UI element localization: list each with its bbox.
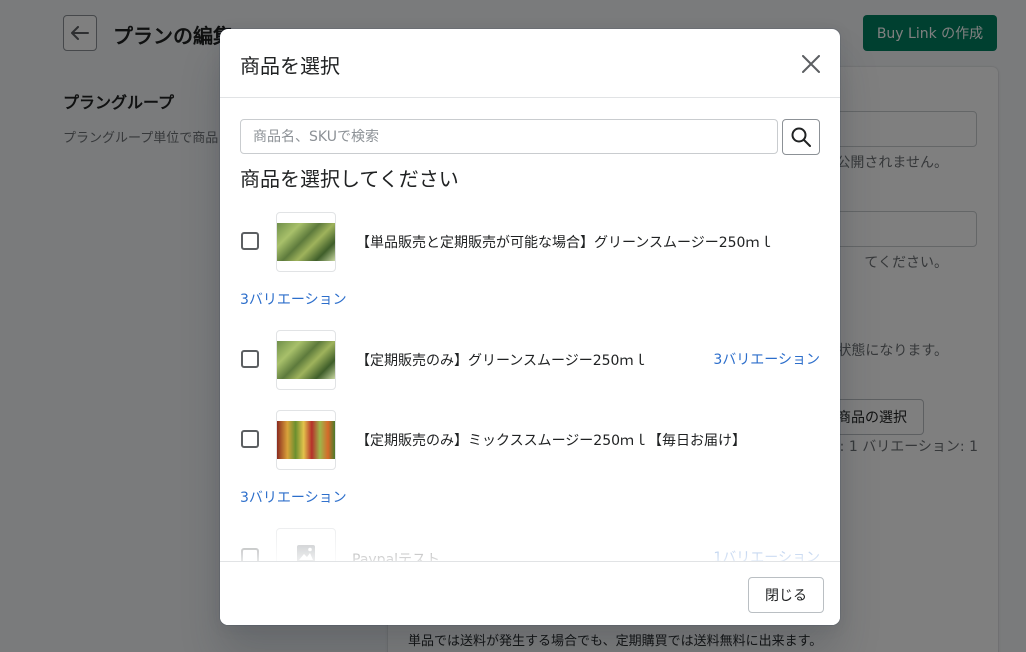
- search-input[interactable]: [240, 119, 778, 154]
- product-checkbox[interactable]: [241, 232, 259, 250]
- product-checkbox[interactable]: [241, 430, 259, 448]
- product-name: Paypalテスト: [352, 552, 441, 561]
- close-button[interactable]: [796, 49, 826, 79]
- search-row: [240, 119, 820, 155]
- variation-link[interactable]: 3バリエーション: [240, 487, 347, 507]
- product-checkbox[interactable]: [241, 548, 259, 561]
- search-icon: [791, 127, 811, 147]
- modal-body[interactable]: 商品を選択してください 【単品販売と定期販売が可能な場合】グリーンスムージー25…: [220, 99, 840, 561]
- variation-link[interactable]: 3バリエーション: [713, 349, 820, 369]
- product-thumbnail: [276, 330, 336, 390]
- select-product-modal: 商品を選択 商品を選択してください 【単品販売と定期販売が可能な場合】グリ: [220, 29, 840, 625]
- modal-title: 商品を選択: [240, 54, 340, 78]
- product-row[interactable]: Paypalテスト 1バリエーション: [240, 528, 820, 561]
- product-row[interactable]: 【単品販売と定期販売が可能な場合】グリーンスムージー250ｍｌ: [240, 212, 820, 272]
- product-image: [277, 421, 335, 459]
- product-list-heading: 商品を選択してください: [240, 167, 459, 191]
- variation-link[interactable]: 1バリエーション: [713, 547, 820, 561]
- search-button[interactable]: [782, 119, 820, 155]
- close-icon: [802, 55, 820, 73]
- product-checkbox[interactable]: [241, 350, 259, 368]
- product-row[interactable]: 【定期販売のみ】グリーンスムージー250ｍｌ 3バリエーション: [240, 330, 820, 390]
- product-name: 【単品販売と定期販売が可能な場合】グリーンスムージー250ｍｌ: [356, 235, 774, 251]
- product-image: [277, 341, 335, 379]
- product-name: 【定期販売のみ】グリーンスムージー250ｍｌ: [356, 353, 648, 369]
- modal-footer: 閉じる: [220, 561, 840, 625]
- modal-header: 商品を選択: [220, 29, 840, 98]
- product-row[interactable]: 【定期販売のみ】ミックススムージー250ｍｌ【毎日お届け】: [240, 410, 820, 470]
- variation-link[interactable]: 3バリエーション: [240, 289, 347, 309]
- product-thumbnail: [276, 410, 336, 470]
- close-modal-button[interactable]: 閉じる: [748, 577, 824, 613]
- product-thumbnail: [276, 212, 336, 272]
- product-name: 【定期販売のみ】ミックススムージー250ｍｌ【毎日お届け】: [356, 433, 747, 449]
- image-placeholder-icon: [297, 545, 315, 561]
- product-image: [277, 223, 335, 261]
- product-thumbnail: [276, 528, 336, 561]
